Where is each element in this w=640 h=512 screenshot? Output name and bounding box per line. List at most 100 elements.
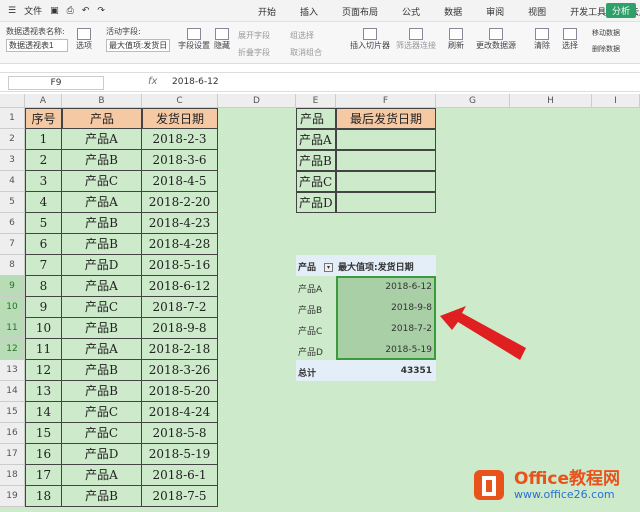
row-header[interactable]: 3 bbox=[0, 150, 25, 171]
row-header[interactable]: 16 bbox=[0, 423, 25, 444]
ribbon-tab[interactable]: 公式 bbox=[402, 5, 420, 18]
undo-icon[interactable]: ↶ bbox=[82, 6, 90, 16]
filter-connection-button[interactable]: 筛选器连接 bbox=[396, 28, 436, 51]
table-cell[interactable]: 产品A bbox=[62, 192, 142, 213]
lookup-date-cell[interactable] bbox=[336, 129, 436, 150]
collapse-field-button[interactable]: 折叠字段 bbox=[238, 47, 270, 58]
column-header[interactable]: H bbox=[510, 94, 592, 108]
lookup-date-cell[interactable] bbox=[336, 150, 436, 171]
row-header[interactable]: 11 bbox=[0, 318, 25, 339]
table-cell[interactable]: 9 bbox=[25, 297, 62, 318]
table-cell[interactable]: 2018-3-26 bbox=[142, 360, 218, 381]
table-cell[interactable]: 产品A bbox=[62, 465, 142, 486]
clear-button[interactable]: 清除 bbox=[534, 28, 550, 51]
ribbon-tab[interactable]: 数据 bbox=[444, 5, 462, 18]
file-menu[interactable]: 文件 bbox=[24, 4, 42, 17]
row-header[interactable]: 9 bbox=[0, 276, 25, 297]
move-pivot-button[interactable]: 移动数据 bbox=[592, 28, 620, 38]
pivot-row-label[interactable]: 产品C bbox=[298, 324, 322, 337]
formula-input[interactable]: 2018-6-12 bbox=[172, 77, 219, 87]
table-cell[interactable]: 15 bbox=[25, 423, 62, 444]
column-header[interactable]: G bbox=[436, 94, 510, 108]
ribbon-tab[interactable]: 视图 bbox=[528, 5, 546, 18]
table-cell[interactable]: 产品B bbox=[62, 318, 142, 339]
table-cell[interactable]: 产品A bbox=[62, 339, 142, 360]
table-cell[interactable]: 2018-2-20 bbox=[142, 192, 218, 213]
table-cell[interactable]: 3 bbox=[25, 171, 62, 192]
column-header[interactable]: A bbox=[25, 94, 62, 108]
table-cell[interactable]: 2018-5-8 bbox=[142, 423, 218, 444]
table-cell[interactable]: 2 bbox=[25, 150, 62, 171]
pivot-row-value[interactable]: 2018-5-19 bbox=[338, 345, 432, 355]
name-box[interactable]: F9 bbox=[8, 76, 104, 90]
spreadsheet-grid[interactable]: A B C D E F G H I 1 2 3 4 5 6 7 8 9 10 11 12 13 14 15 16 17 18 19 序号… bbox=[0, 94, 640, 512]
field-settings-button[interactable]: 字段设置 bbox=[178, 28, 210, 51]
row-header[interactable]: 12 bbox=[0, 339, 25, 360]
table-cell[interactable]: 12 bbox=[25, 360, 62, 381]
column-header[interactable]: C bbox=[142, 94, 218, 108]
table-cell[interactable]: 产品B bbox=[62, 381, 142, 402]
table-cell[interactable]: 产品C bbox=[62, 402, 142, 423]
select-button[interactable]: 选择 bbox=[562, 28, 578, 51]
options-button[interactable]: 选项 bbox=[76, 28, 92, 51]
delete-pivot-button[interactable]: 删除数据 bbox=[592, 44, 620, 54]
lookup-product-cell[interactable]: 产品D bbox=[296, 192, 336, 213]
ribbon-tab[interactable]: 插入 bbox=[300, 5, 318, 18]
ungroup-button[interactable]: 取消组合 bbox=[290, 47, 322, 58]
table-cell[interactable]: 产品D bbox=[62, 444, 142, 465]
table-cell[interactable]: 产品D bbox=[62, 255, 142, 276]
pivot-row-label[interactable]: 产品D bbox=[298, 345, 323, 358]
lookup-product-cell[interactable]: 产品B bbox=[296, 150, 336, 171]
column-header[interactable]: F bbox=[336, 94, 436, 108]
table-cell[interactable]: 2018-9-8 bbox=[142, 318, 218, 339]
redo-icon[interactable]: ↷ bbox=[97, 6, 105, 16]
row-header[interactable]: 6 bbox=[0, 213, 25, 234]
table-cell[interactable]: 产品C bbox=[62, 171, 142, 192]
table-cell[interactable]: 产品A bbox=[62, 276, 142, 297]
corner-cell[interactable] bbox=[0, 94, 25, 108]
table-cell[interactable]: 产品B bbox=[62, 234, 142, 255]
table-cell[interactable]: 2018-4-23 bbox=[142, 213, 218, 234]
table-cell[interactable]: 2018-4-24 bbox=[142, 402, 218, 423]
table-cell[interactable]: 2018-2-3 bbox=[142, 129, 218, 150]
table-cell[interactable]: 2018-7-5 bbox=[142, 486, 218, 507]
ribbon-tab[interactable]: 开发工具 bbox=[570, 5, 606, 18]
lookup-date-cell[interactable] bbox=[336, 192, 436, 213]
table-cell[interactable]: 16 bbox=[25, 444, 62, 465]
table-cell[interactable]: 2018-4-28 bbox=[142, 234, 218, 255]
table-cell[interactable]: 2018-6-12 bbox=[142, 276, 218, 297]
row-header[interactable]: 7 bbox=[0, 234, 25, 255]
row-header[interactable]: 10 bbox=[0, 297, 25, 318]
row-header[interactable]: 13 bbox=[0, 360, 25, 381]
ribbon-tab[interactable]: 开始 bbox=[258, 5, 276, 18]
table-cell[interactable]: 2018-7-2 bbox=[142, 297, 218, 318]
column-header[interactable]: I bbox=[592, 94, 640, 108]
table-cell[interactable]: 8 bbox=[25, 276, 62, 297]
row-header[interactable]: 8 bbox=[0, 255, 25, 276]
pivot-row-value[interactable]: 2018-9-8 bbox=[338, 303, 432, 313]
table-cell[interactable]: 2018-3-6 bbox=[142, 150, 218, 171]
pivot-filter-icon[interactable]: ▾ bbox=[324, 263, 333, 272]
lookup-product-cell[interactable]: 产品C bbox=[296, 171, 336, 192]
row-header[interactable]: 5 bbox=[0, 192, 25, 213]
fx-icon[interactable]: fx bbox=[148, 76, 157, 87]
table-cell[interactable]: 产品B bbox=[62, 486, 142, 507]
table-cell[interactable]: 11 bbox=[25, 339, 62, 360]
table-cell[interactable]: 4 bbox=[25, 192, 62, 213]
table-cell[interactable]: 产品C bbox=[62, 423, 142, 444]
table-cell[interactable]: 产品B bbox=[62, 213, 142, 234]
change-source-button[interactable]: 更改数据源 bbox=[476, 28, 516, 51]
table-cell[interactable]: 13 bbox=[25, 381, 62, 402]
group-selection-button[interactable]: 组选择 bbox=[290, 30, 322, 41]
lookup-product-cell[interactable]: 产品A bbox=[296, 129, 336, 150]
table-cell[interactable]: 6 bbox=[25, 234, 62, 255]
pivot-row-value[interactable]: 2018-6-12 bbox=[338, 282, 432, 292]
hide-button[interactable]: 隐藏 bbox=[214, 28, 230, 51]
pivot-row-label[interactable]: 产品A bbox=[298, 282, 322, 295]
menu-icon[interactable]: ☰ bbox=[8, 6, 16, 16]
print-icon[interactable]: ⎙ bbox=[67, 6, 74, 16]
row-header[interactable]: 14 bbox=[0, 381, 25, 402]
table-cell[interactable]: 2018-4-5 bbox=[142, 171, 218, 192]
table-cell[interactable]: 10 bbox=[25, 318, 62, 339]
table-cell[interactable]: 18 bbox=[25, 486, 62, 507]
